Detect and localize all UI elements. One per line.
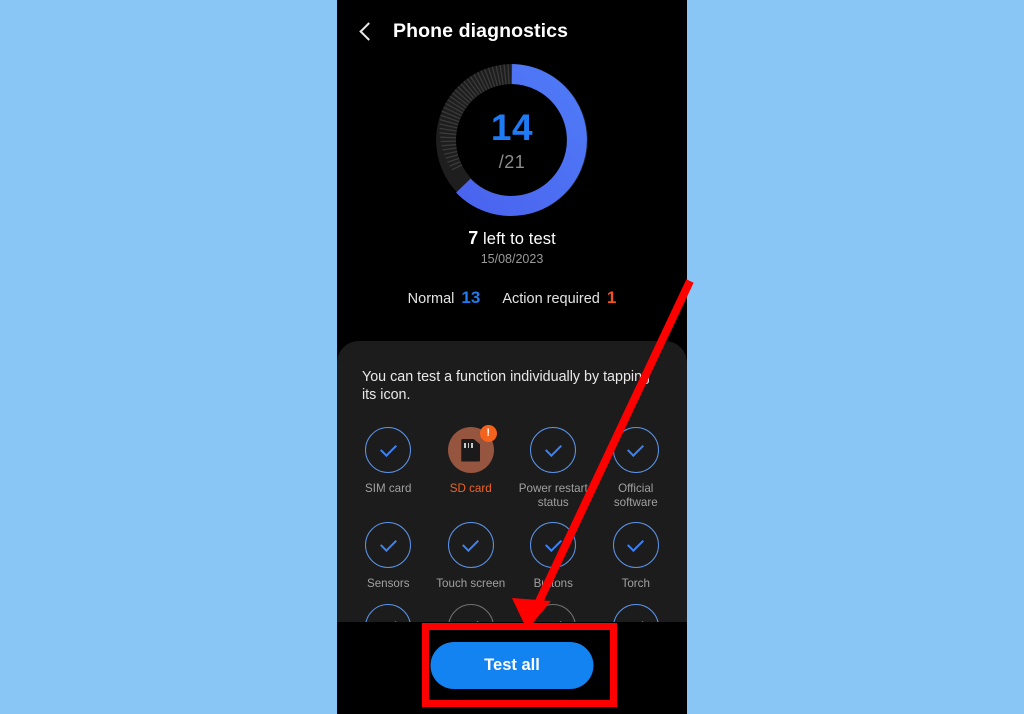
tile-label: SD card	[449, 482, 492, 495]
tile-buttons[interactable]: Buttons	[512, 515, 595, 591]
tile-label: SIM card	[365, 482, 412, 495]
tile-label: Sensors	[366, 577, 410, 590]
status-normal-value: 13	[461, 288, 481, 307]
tile-label: Official software	[613, 482, 658, 509]
tile-power-restart-status[interactable]: Power restart status	[512, 420, 595, 509]
status-normal-label: Normal	[407, 291, 455, 307]
chevron-left-icon	[359, 21, 378, 41]
left-to-test-count: 7	[468, 228, 479, 248]
card-instruction-text: You can test a function individually by …	[362, 369, 650, 403]
gauge-total-count: /21	[498, 152, 526, 172]
app-header: Phone diagnostics	[337, 0, 687, 62]
last-test-date: 15/08/2023	[480, 252, 544, 266]
check-circle-icon	[530, 427, 577, 473]
tile-label: Touch screen	[436, 577, 506, 590]
page-title: Phone diagnostics	[393, 19, 569, 42]
check-circle-icon	[530, 522, 577, 568]
tile-label: Torch	[621, 577, 650, 590]
back-button[interactable]	[345, 9, 389, 53]
check-circle-icon	[447, 522, 494, 568]
status-action-required: Action required 1	[502, 288, 616, 308]
tile-label: Buttons	[533, 577, 573, 590]
check-circle-icon	[365, 427, 412, 473]
function-tile-grid: SIM card ! SD card Power restart status …	[347, 420, 677, 650]
tile-sensors[interactable]: Sensors	[347, 515, 430, 591]
check-circle-icon	[365, 522, 412, 568]
left-to-test-line: 7 left to test	[337, 228, 687, 249]
left-to-test-label: left to test	[483, 230, 556, 248]
tile-sim-card[interactable]: SIM card	[347, 420, 430, 509]
gauge-tested-count: 14	[490, 107, 534, 148]
tile-sd-card[interactable]: ! SD card	[430, 420, 513, 509]
tile-label: Power restart status	[518, 482, 588, 509]
bottom-action-bar: Test all	[337, 622, 687, 714]
diagnostics-gauge: 14 /21	[337, 55, 687, 225]
check-circle-icon	[612, 522, 659, 568]
check-circle-icon	[612, 427, 659, 473]
tile-torch[interactable]: Torch	[595, 515, 678, 591]
warning-badge-icon: !	[479, 425, 497, 442]
status-normal: Normal 13	[408, 288, 481, 308]
status-action-label: Action required	[502, 291, 600, 307]
status-action-value: 1	[606, 288, 617, 307]
status-summary: Normal 13 Action required 1	[337, 288, 687, 308]
tile-touch-screen[interactable]: Touch screen	[430, 515, 513, 591]
gauge-center-labels: 14 /21	[428, 56, 596, 224]
sd-card-icon: !	[447, 425, 497, 473]
test-all-button[interactable]: Test all	[430, 642, 594, 689]
tile-official-software[interactable]: Official software	[595, 420, 678, 509]
